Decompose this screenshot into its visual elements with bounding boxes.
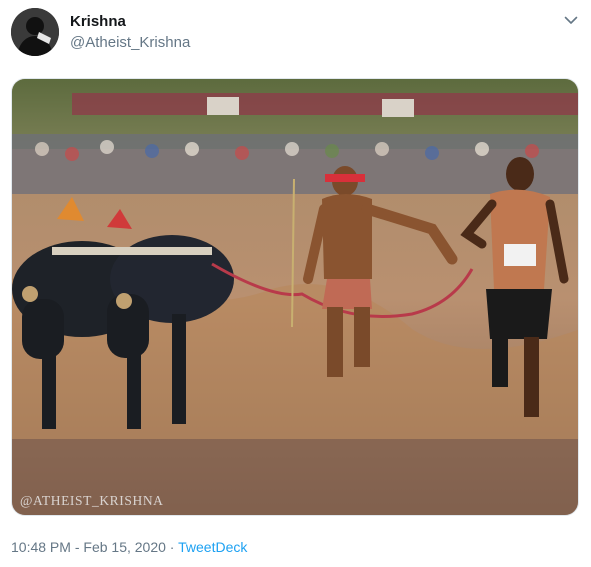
tweet-card: Krishna @Atheist_Krishna @ATHEIST_KRISHN…	[0, 0, 591, 567]
tweet-photo[interactable]: @ATHEIST_KRISHNA	[11, 78, 579, 516]
photo-buffalo-race	[12, 79, 578, 515]
tweet-menu-button[interactable]	[561, 10, 581, 30]
tweet-source-link[interactable]: TweetDeck	[178, 539, 247, 555]
tweet-date[interactable]: Feb 15, 2020	[83, 539, 166, 555]
chevron-down-icon	[564, 16, 578, 24]
avatar[interactable]	[11, 8, 59, 56]
display-name[interactable]: Krishna	[70, 13, 190, 31]
image-watermark: @ATHEIST_KRISHNA	[20, 493, 164, 508]
tweet-time[interactable]: 10:48 PM	[11, 539, 71, 555]
meta-separator: ·	[165, 539, 179, 555]
tweet-timestamp-row: 10:48 PM - Feb 15, 2020 · TweetDeck	[11, 539, 248, 555]
author-block: Krishna @Atheist_Krishna	[70, 13, 190, 53]
avatar-silhouette-icon	[11, 8, 59, 56]
user-handle[interactable]: @Atheist_Krishna	[70, 33, 190, 53]
